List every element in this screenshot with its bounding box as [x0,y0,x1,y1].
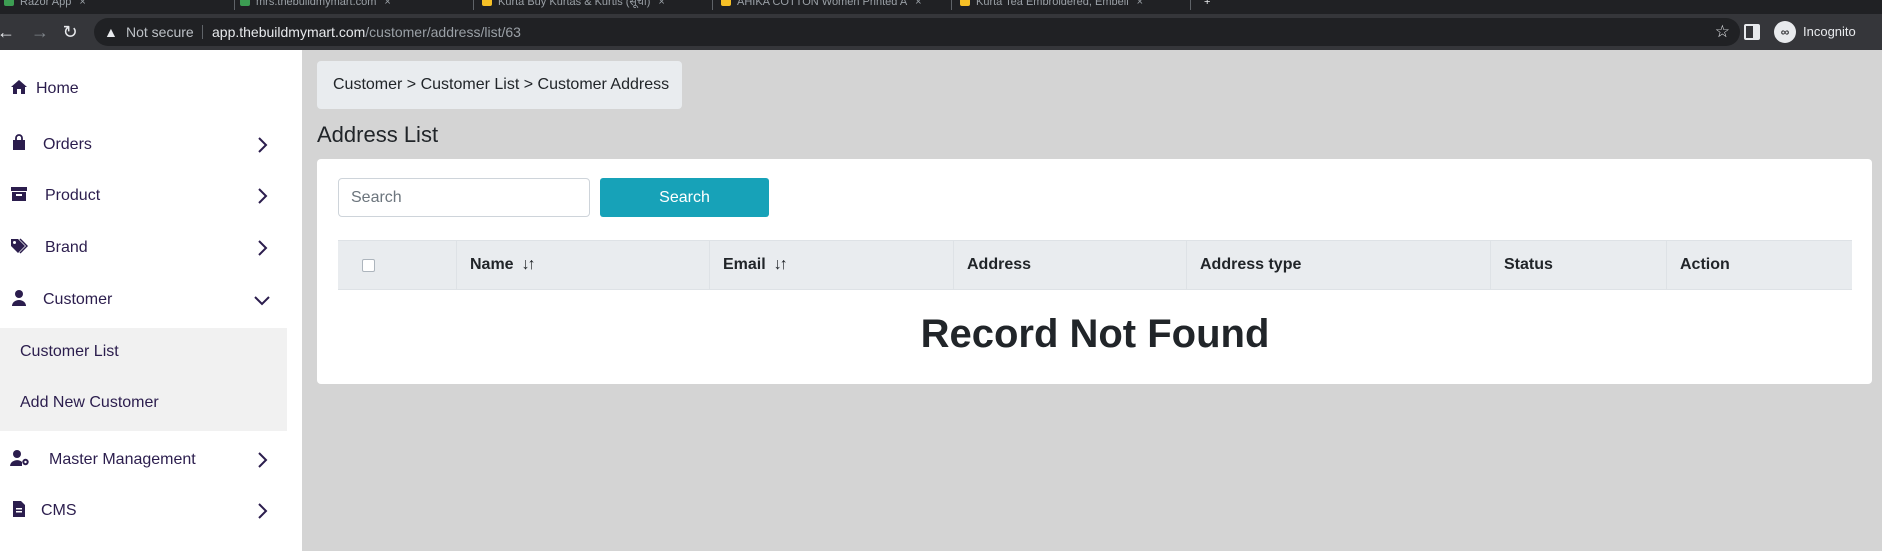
sidebar-item-cms[interactable]: CMS [0,486,302,536]
archive-box-icon [11,187,27,201]
close-icon[interactable]: × [79,0,85,8]
url-text[interactable]: app.thebuildmymart.com/customer/address/… [212,18,521,46]
browser-toolbar: ← → ↻ ▲ Not secure app.thebuildmymart.co… [0,14,1882,50]
column-header-select [338,241,457,289]
incognito-icon[interactable]: ∞ [1774,21,1796,43]
breadcrumb[interactable]: Customer > Customer List > Customer Addr… [317,61,682,109]
sidebar-item-brand[interactable]: Brand [0,223,302,273]
sidebar-item-home[interactable]: Home [0,64,302,114]
browser-tab[interactable]: Kurta Buy Kurtas & Kurtis (सूची) × [482,0,704,14]
column-header-label: Address [967,256,1032,273]
bookmark-star-icon[interactable]: ☆ [1715,22,1730,42]
chevron-right-icon [258,452,268,468]
address-list-card: Search Name ↓↑ Email ↓↑ Address Address ty… [317,159,1872,384]
select-all-checkbox[interactable] [362,259,375,272]
page-title: Address List [317,122,439,147]
sort-arrows-icon[interactable]: ↓↑ [522,241,536,289]
tags-icon [11,238,28,254]
column-header-label: Address type [1200,256,1302,273]
column-header-label: Action [1680,256,1730,273]
tab-separator [1190,0,1191,10]
forward-arrow-icon[interactable]: → [28,20,52,44]
column-header-email[interactable]: Email ↓↑ [710,241,954,289]
security-label[interactable]: Not secure [126,18,194,46]
submenu-item-add-new-customer[interactable]: Add New Customer [20,393,159,413]
browser-tab[interactable]: mrs.thebuildmymart.com × [240,0,462,14]
column-header-action: Action [1667,241,1852,289]
chevron-down-icon [254,296,270,306]
chevron-right-icon [258,188,268,204]
user-gear-icon [10,450,29,466]
sidebar: Home Orders Product Brand Customer Custo… [0,50,302,551]
close-icon[interactable]: × [384,0,390,8]
tab-separator [473,0,474,10]
tab-separator [712,0,713,10]
table-header: Name ↓↑ Email ↓↑ Address Address type Stat… [338,240,1852,290]
column-header-address: Address [954,241,1187,289]
chevron-right-icon [258,240,268,256]
search-input[interactable] [338,178,590,217]
close-icon[interactable]: × [658,0,664,8]
address-bar[interactable]: ▲ Not secure app.thebuildmymart.com/cust… [94,18,1740,46]
browser-tab-strip: Razor App × mrs.thebuildmymart.com × Kurta… [0,0,1882,14]
sidebar-item-label: Product [45,187,101,204]
tab-favicon-icon [240,0,250,6]
sidebar-item-label: Home [36,80,79,97]
sidebar-item-label: Orders [43,136,92,153]
file-icon [13,501,25,517]
tab-favicon-icon [960,0,970,6]
user-icon [12,290,26,306]
tab-favicon-icon [482,0,492,6]
side-panel-icon[interactable] [1744,24,1760,40]
tab-separator [234,0,235,10]
reload-icon[interactable]: ↻ [58,20,82,44]
column-header-status: Status [1491,241,1667,289]
browser-tab[interactable]: Razor App × [4,0,204,14]
tab-favicon-icon [4,0,14,6]
sidebar-item-orders[interactable]: Orders [0,120,302,170]
column-header-label: Name [470,256,514,273]
empty-state-message: Record Not Found [920,312,1270,356]
warning-triangle-icon: ▲ [104,24,118,40]
submenu-item-customer-list[interactable]: Customer List [20,342,119,362]
column-header-label: Email [723,256,766,273]
sort-arrows-icon[interactable]: ↓↑ [774,241,788,289]
url-host: app.thebuildmymart.com [212,24,366,40]
home-icon [11,80,27,94]
tab-favicon-icon [721,0,731,6]
customer-submenu: Customer List Add New Customer [0,328,287,431]
column-header-label: Status [1504,256,1553,273]
chevron-right-icon [258,137,268,153]
back-arrow-icon[interactable]: ← [0,20,18,44]
sidebar-item-product[interactable]: Product [0,171,302,221]
chevron-right-icon [258,503,268,519]
new-tab-icon[interactable]: + [1204,0,1224,14]
column-header-address-type: Address type [1187,241,1491,289]
sidebar-item-label: Customer [43,291,113,308]
column-header-name[interactable]: Name ↓↑ [457,241,710,289]
browser-tab[interactable]: AHIKA COTTON Women Printed A × [721,0,943,14]
close-icon[interactable]: × [1137,0,1143,8]
profile-label[interactable]: Incognito [1803,14,1856,50]
sidebar-item-label: CMS [41,502,77,519]
search-button[interactable]: Search [600,178,769,217]
tab-separator [951,0,952,10]
sidebar-item-master-management[interactable]: Master Management [0,435,302,485]
shopping-bag-icon [13,134,25,150]
sidebar-item-customer[interactable]: Customer [0,275,302,325]
sidebar-item-label: Master Management [49,451,196,468]
browser-tab[interactable]: Kurta Tea Embroidered, Embell × [960,0,1182,14]
close-icon[interactable]: × [915,0,921,8]
address-divider [202,25,203,39]
url-path: /customer/address/list/63 [365,24,521,40]
sidebar-item-label: Brand [45,239,88,256]
